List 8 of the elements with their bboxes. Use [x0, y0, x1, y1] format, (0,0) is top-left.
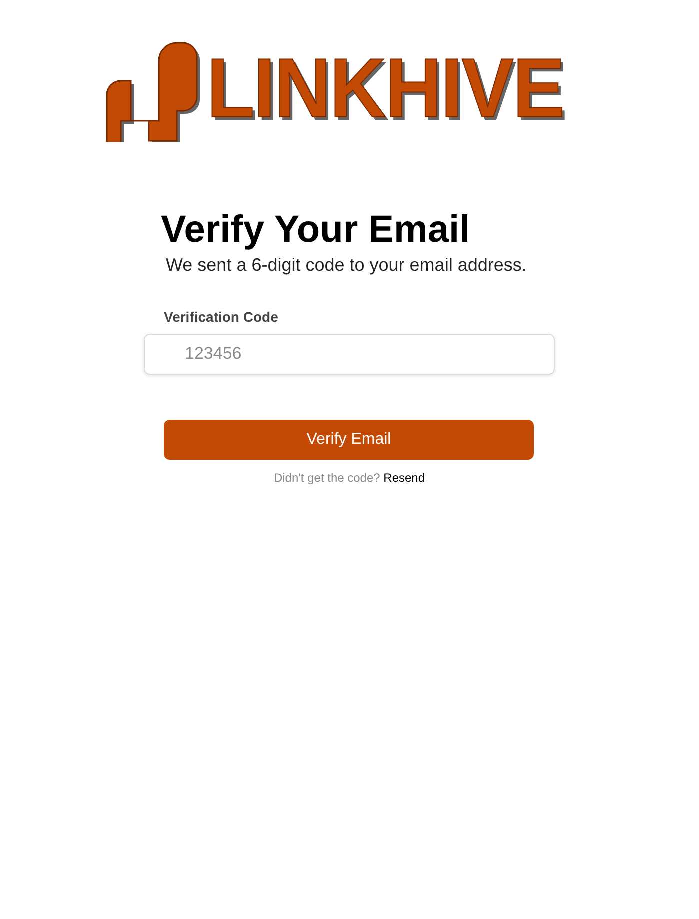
field-label: Verification Code: [164, 308, 278, 327]
subtitle: We sent a 6-digit code to your email address.: [166, 254, 528, 277]
resend-prompt: Didn't get the code?: [274, 470, 380, 485]
logo-wordmark: LINKHIVE: [207, 46, 564, 130]
verify-email-button[interactable]: Verify Email: [164, 420, 534, 460]
page-title: Verify Your Email: [161, 210, 472, 252]
resend-link[interactable]: Resend: [384, 470, 426, 485]
code-input-field[interactable]: 123456: [144, 334, 555, 375]
